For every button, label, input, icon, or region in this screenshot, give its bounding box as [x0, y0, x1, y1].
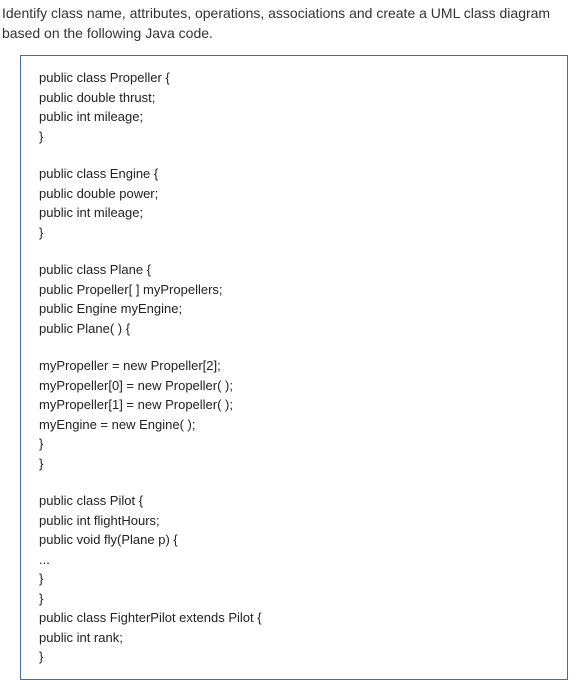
code-line: }	[39, 589, 549, 609]
code-line: }	[39, 569, 549, 589]
code-blank	[39, 473, 549, 491]
code-line: public int mileage;	[39, 203, 549, 223]
code-line: public class Engine {	[39, 164, 549, 184]
code-line: public class Propeller {	[39, 68, 549, 88]
code-blank	[39, 338, 549, 356]
code-line: public class Pilot {	[39, 491, 549, 511]
code-line: }	[39, 434, 549, 454]
code-line: }	[39, 127, 549, 147]
code-line: myPropeller[1] = new Propeller( );	[39, 395, 549, 415]
code-line: }	[39, 223, 549, 243]
code-line: public double power;	[39, 184, 549, 204]
code-blank	[39, 146, 549, 164]
code-line: public int rank;	[39, 628, 549, 648]
code-line: myEngine = new Engine( );	[39, 415, 549, 435]
code-line: }	[39, 647, 549, 667]
code-line: public class FighterPilot extends Pilot …	[39, 608, 549, 628]
instruction-text: Identify class name, attributes, operati…	[0, 0, 586, 51]
code-line: public int flightHours;	[39, 511, 549, 531]
code-line: public class Plane {	[39, 260, 549, 280]
code-line: public void fly(Plane p) {	[39, 530, 549, 550]
code-line: ...	[39, 550, 549, 570]
code-line: myPropeller = new Propeller[2];	[39, 356, 549, 376]
code-line: public Engine myEngine;	[39, 299, 549, 319]
code-line: public int mileage;	[39, 107, 549, 127]
code-line: public Plane( ) {	[39, 319, 549, 339]
code-line: }	[39, 454, 549, 474]
code-line: myPropeller[0] = new Propeller( );	[39, 376, 549, 396]
code-blank	[39, 242, 549, 260]
code-container: public class Propeller { public double t…	[20, 55, 568, 680]
code-line: public Propeller[ ] myPropellers;	[39, 280, 549, 300]
code-line: public double thrust;	[39, 88, 549, 108]
